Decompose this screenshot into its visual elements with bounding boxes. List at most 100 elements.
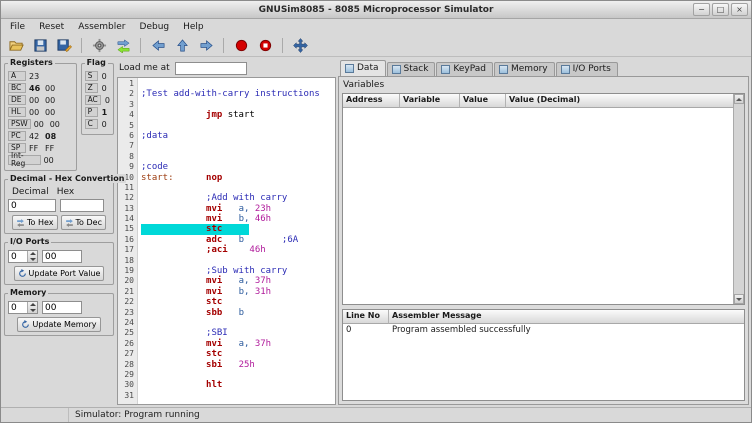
code-line[interactable] [141, 256, 335, 266]
memory-address-input[interactable] [9, 302, 27, 313]
code-line[interactable]: stc [141, 349, 335, 359]
port-address-spinner[interactable] [8, 250, 38, 263]
menu-item-reset[interactable]: Reset [32, 21, 71, 33]
save-as-button[interactable] [53, 36, 75, 56]
register-value[interactable]: 23 [29, 72, 42, 81]
tab-stack[interactable]: Stack [387, 62, 436, 76]
scroll-up-icon[interactable] [734, 94, 744, 104]
code-line[interactable]: start: nop [141, 173, 335, 183]
register-value[interactable]: 00 [44, 156, 57, 165]
code-line[interactable]: stc [141, 224, 335, 234]
column-header-value[interactable]: Value [460, 94, 506, 108]
flag-value[interactable]: 0 [102, 120, 107, 129]
keypad-button[interactable] [289, 36, 311, 56]
register-value[interactable]: 00 [34, 120, 47, 129]
code-line[interactable]: hlt [141, 380, 335, 390]
code-line[interactable]: mvi a, 23h [141, 204, 335, 214]
code-line[interactable]: ;Sub with carry [141, 266, 335, 276]
menu-item-assembler[interactable]: Assembler [71, 21, 132, 33]
variables-body[interactable] [343, 108, 733, 304]
spin-down-icon[interactable] [28, 308, 37, 314]
flag-value[interactable]: 0 [102, 84, 107, 93]
code-line[interactable]: sbi 25h [141, 360, 335, 370]
go-forward-button[interactable] [195, 36, 217, 56]
scroll-down-icon[interactable] [734, 294, 744, 304]
assemble-button[interactable] [88, 36, 110, 56]
register-value[interactable]: 08 [45, 132, 58, 141]
flag-value[interactable]: 1 [102, 108, 108, 117]
run-button[interactable] [230, 36, 252, 56]
register-value[interactable]: 00 [29, 108, 42, 117]
variables-scrollbar[interactable] [733, 94, 744, 304]
close-button[interactable]: × [731, 3, 748, 16]
code-line[interactable]: ;code [141, 162, 335, 172]
tab-memory[interactable]: Memory [494, 62, 555, 76]
code-line[interactable]: ;aci 46h [141, 245, 335, 255]
code-line[interactable] [141, 100, 335, 110]
register-value[interactable]: 00 [29, 96, 42, 105]
code-line[interactable]: sbb b [141, 308, 335, 318]
go-back-button[interactable] [147, 36, 169, 56]
decimal-input[interactable] [8, 199, 56, 212]
load-address-input[interactable] [175, 62, 247, 75]
menu-item-help[interactable]: Help [176, 21, 211, 33]
menu-item-debug[interactable]: Debug [133, 21, 177, 33]
go-up-button[interactable] [171, 36, 193, 56]
maximize-button[interactable]: □ [712, 3, 729, 16]
code-line[interactable] [141, 370, 335, 380]
assembler-message-row[interactable]: 0Program assembled successfully [343, 324, 744, 336]
memory-address-spinner[interactable] [8, 301, 38, 314]
code-line[interactable]: ;Add with carry [141, 193, 335, 203]
code-line[interactable]: mvi a, 37h [141, 339, 335, 349]
column-header-address[interactable]: Address [343, 94, 400, 108]
code-line[interactable]: mvi a, 37h [141, 276, 335, 286]
save-button[interactable] [29, 36, 51, 56]
to-hex-button[interactable]: To Hex [12, 215, 58, 230]
code-editor[interactable]: 1234567891011121314151617181920212223242… [117, 77, 336, 405]
code-line[interactable]: mvi b, 31h [141, 287, 335, 297]
code-line[interactable] [141, 391, 335, 401]
code-line[interactable]: ;Test add-with-carry instructions [141, 89, 335, 99]
port-address-input[interactable] [9, 251, 27, 262]
column-header-value-decimal[interactable]: Value (Decimal) [506, 94, 733, 108]
hex-input[interactable] [60, 199, 104, 212]
update-memory-button[interactable]: Update Memory [17, 317, 100, 332]
title-bar[interactable]: GNUSim8085 - 8085 Microprocessor Simulat… [1, 1, 751, 19]
tab-i-o-ports[interactable]: I/O Ports [556, 62, 618, 76]
menu-item-file[interactable]: File [3, 21, 32, 33]
stop-button[interactable] [254, 36, 276, 56]
code-line[interactable]: adc b ;6A [141, 235, 335, 245]
memory-value-input[interactable] [42, 301, 82, 314]
register-value[interactable]: 00 [45, 96, 58, 105]
convert-button[interactable] [112, 36, 134, 56]
code-line[interactable] [141, 152, 335, 162]
messages-body[interactable]: 0Program assembled successfully [343, 324, 744, 400]
code-line[interactable] [141, 79, 335, 89]
code-line[interactable]: ;SBI [141, 328, 335, 338]
open-button[interactable] [5, 36, 27, 56]
flag-value[interactable]: 0 [102, 72, 107, 81]
tab-keypad[interactable]: KeyPad [436, 62, 493, 76]
code-line[interactable] [141, 121, 335, 131]
code-line[interactable] [141, 141, 335, 151]
code-line[interactable]: jmp start [141, 110, 335, 120]
spin-down-icon[interactable] [28, 257, 37, 263]
to-dec-button[interactable]: To Dec [61, 215, 106, 230]
port-value-input[interactable] [42, 250, 82, 263]
flag-value[interactable]: 0 [105, 96, 110, 105]
code-line[interactable] [141, 183, 335, 193]
register-value[interactable]: 42 [29, 132, 42, 141]
register-value[interactable]: 00 [45, 108, 58, 117]
column-header-line-no[interactable]: Line No [343, 310, 389, 324]
column-header-variable[interactable]: Variable [400, 94, 460, 108]
update-port-button[interactable]: Update Port Value [14, 266, 105, 281]
register-value[interactable]: 46 [29, 84, 42, 93]
code-line[interactable] [141, 318, 335, 328]
code-line[interactable]: ;data [141, 131, 335, 141]
minimize-button[interactable]: − [693, 3, 710, 16]
column-header-assembler-message[interactable]: Assembler Message [389, 310, 744, 324]
register-value[interactable]: FF [45, 144, 58, 153]
code-line[interactable]: mvi b, 46h [141, 214, 335, 224]
code-lines[interactable]: ;Test add-with-carry instructions jmp st… [138, 78, 335, 404]
tab-data[interactable]: Data [340, 60, 386, 76]
